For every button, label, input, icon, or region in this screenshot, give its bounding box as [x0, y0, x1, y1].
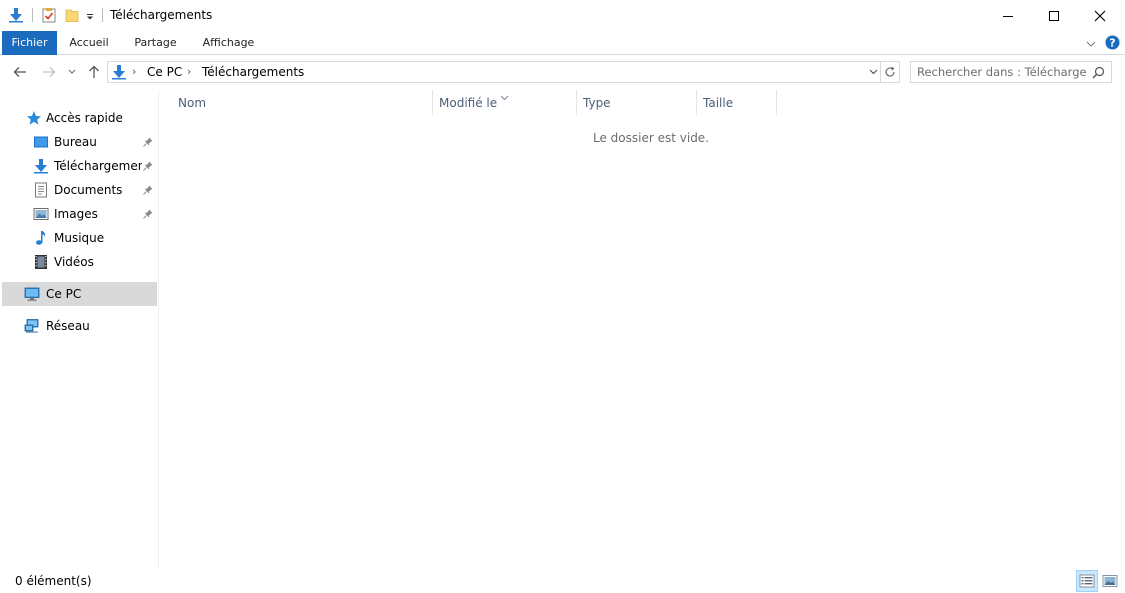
breadcrumb-separator[interactable]: ›: [132, 65, 136, 78]
desktop-icon: [33, 134, 49, 150]
column-divider[interactable]: [696, 90, 697, 115]
large-icons-view-button[interactable]: [1099, 570, 1121, 592]
address-history-dropdown[interactable]: [866, 62, 880, 82]
column-divider[interactable]: [776, 90, 777, 115]
up-arrow-icon: [89, 65, 99, 78]
computer-icon: [24, 286, 40, 302]
chevron-down-icon: [869, 69, 877, 75]
close-icon: [1094, 10, 1106, 21]
download-folder-icon[interactable]: [8, 7, 24, 23]
column-header-type[interactable]: Type: [583, 96, 611, 110]
back-arrow-icon: [13, 67, 26, 77]
forward-arrow-icon: [43, 67, 56, 77]
maximize-icon: [1049, 10, 1059, 21]
nav-item-acces-rapide[interactable]: Accès rapide: [2, 106, 157, 130]
tab-accueil[interactable]: Accueil: [62, 31, 116, 55]
film-strip-icon: [33, 254, 49, 270]
ribbon-tabs: Fichier Accueil Partage Affichage ?: [0, 31, 1125, 55]
minimize-icon: [1003, 15, 1013, 17]
chevron-down-icon: [68, 69, 76, 74]
toolbar-separator: [32, 8, 33, 22]
svg-text:?: ?: [1109, 37, 1115, 50]
help-icon[interactable]: ?: [1105, 35, 1120, 53]
recent-locations-button[interactable]: [66, 62, 78, 82]
status-item-count: 0 élément(s): [15, 574, 92, 588]
forward-button[interactable]: [40, 62, 58, 82]
nav-label: Vidéos: [54, 255, 94, 269]
minimize-button[interactable]: [985, 0, 1031, 31]
tab-affichage[interactable]: Affichage: [196, 31, 261, 55]
column-header-modifie-le[interactable]: Modifié le: [439, 96, 497, 110]
maximize-button[interactable]: [1031, 0, 1077, 31]
breadcrumb-telechargements[interactable]: Téléchargements: [202, 65, 304, 79]
nav-label: Bureau: [54, 135, 97, 149]
download-folder-icon: [33, 158, 49, 174]
toolbar-separator: [102, 8, 103, 22]
nav-label: Images: [54, 207, 98, 221]
address-bar[interactable]: › Ce PC › Téléchargements: [107, 61, 881, 83]
breadcrumb-ce-pc[interactable]: Ce PC: [147, 65, 182, 79]
nav-label: Ce PC: [46, 287, 82, 301]
details-view-icon: [1079, 574, 1095, 588]
pin-icon[interactable]: [143, 208, 153, 222]
window-title: Téléchargements: [110, 8, 213, 22]
column-header-taille[interactable]: Taille: [703, 96, 733, 110]
customize-dropdown-icon[interactable]: [85, 7, 101, 23]
nav-label: Documents: [54, 183, 123, 197]
properties-icon[interactable]: [41, 7, 57, 23]
column-divider[interactable]: [576, 90, 577, 115]
column-header-nom[interactable]: Nom: [178, 96, 206, 110]
network-icon: [24, 318, 40, 334]
nav-item-videos[interactable]: Vidéos: [2, 250, 157, 274]
nav-item-musique[interactable]: Musique: [2, 226, 157, 250]
refresh-icon: [885, 66, 895, 77]
downloads-location-icon: [111, 64, 127, 83]
nav-item-telechargements[interactable]: Téléchargements: [2, 154, 157, 178]
close-button[interactable]: [1077, 0, 1123, 31]
expand-ribbon-icon[interactable]: [1086, 37, 1096, 51]
search-input[interactable]: [917, 64, 1087, 80]
pin-icon[interactable]: [143, 136, 153, 150]
nav-item-images[interactable]: Images: [2, 202, 157, 226]
refresh-button[interactable]: [881, 61, 900, 83]
pin-icon[interactable]: [143, 160, 153, 174]
search-icon[interactable]: [1092, 66, 1105, 82]
nav-label: Musique: [54, 231, 105, 245]
empty-folder-message: Le dossier est vide.: [593, 131, 710, 145]
large-icons-view-icon: [1102, 575, 1118, 587]
details-view-button[interactable]: [1076, 570, 1098, 592]
sort-indicator-icon: [500, 90, 509, 104]
back-button[interactable]: [11, 62, 29, 82]
nav-item-bureau[interactable]: Bureau: [2, 130, 157, 154]
column-header-row: Nom Modifié le Type Taille: [160, 90, 1125, 115]
title-bar: Téléchargements: [0, 0, 1125, 31]
documents-icon: [33, 182, 49, 198]
star-icon: [26, 110, 42, 126]
nav-item-reseau[interactable]: Réseau: [2, 314, 157, 338]
search-box[interactable]: [910, 61, 1112, 83]
nav-label: Réseau: [46, 319, 90, 333]
navigation-pane: Accès rapide Bureau Téléchargements: [0, 90, 159, 568]
nav-item-documents[interactable]: Documents: [2, 178, 157, 202]
nav-label: Téléchargements: [54, 159, 142, 173]
up-button[interactable]: [86, 62, 102, 82]
pictures-icon: [33, 206, 49, 222]
tab-fichier[interactable]: Fichier: [2, 31, 57, 55]
column-divider[interactable]: [432, 90, 433, 115]
nav-item-ce-pc[interactable]: Ce PC: [2, 282, 157, 306]
nav-label: Accès rapide: [46, 111, 123, 125]
pin-icon[interactable]: [143, 184, 153, 198]
music-note-icon: [33, 230, 49, 246]
new-folder-icon[interactable]: [64, 7, 80, 23]
tab-partage[interactable]: Partage: [127, 31, 184, 55]
breadcrumb-separator[interactable]: ›: [187, 65, 191, 78]
